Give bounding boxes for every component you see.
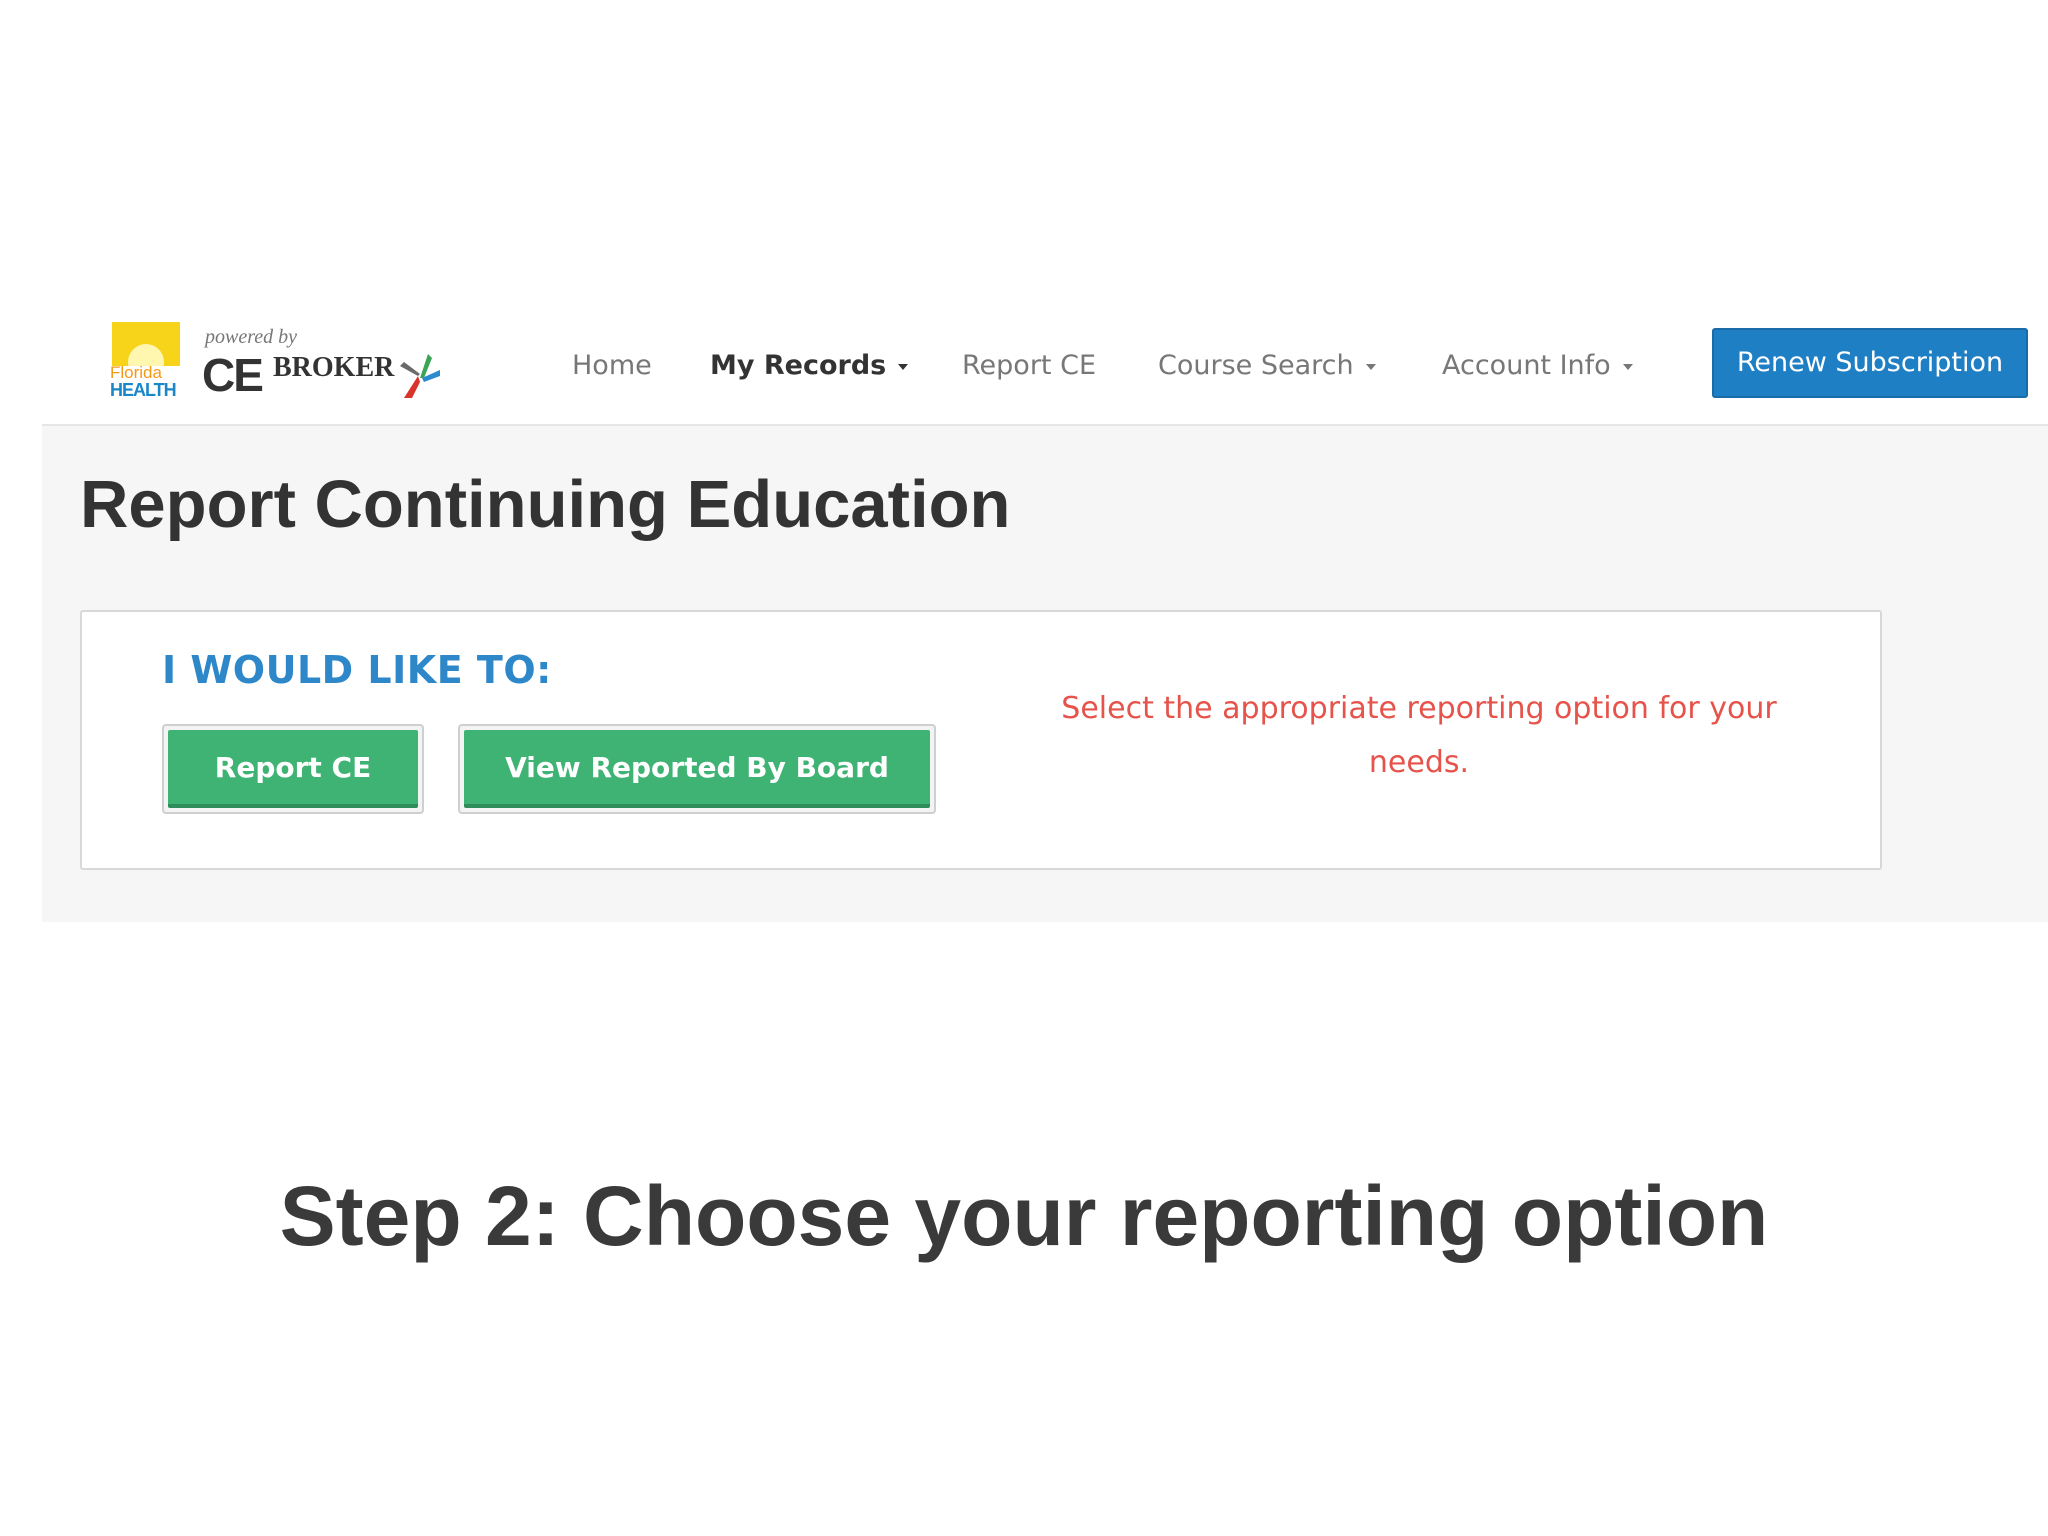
florida-health-logo[interactable]: Florida HEALTH xyxy=(110,322,182,402)
nav-account-info[interactable]: Account Info xyxy=(1442,348,1633,384)
caret-down-icon xyxy=(1365,363,1376,370)
nav-report-ce[interactable]: Report CE xyxy=(962,348,1096,384)
screenshot: Florida HEALTH powered by CE BROKER Home… xyxy=(42,318,2048,922)
cebroker-leaf-icon xyxy=(400,354,440,398)
caret-down-icon xyxy=(898,363,909,370)
page-title: Report Continuing Education xyxy=(80,467,1011,542)
top-navbar: Florida HEALTH powered by CE BROKER Home… xyxy=(42,318,2048,426)
powered-by-text: powered by xyxy=(205,326,298,348)
view-reported-by-board-button[interactable]: View Reported By Board xyxy=(464,730,930,808)
nav-report-ce-label: Report CE xyxy=(962,350,1096,381)
report-ce-button-frame: Report CE xyxy=(162,724,424,814)
caret-down-icon xyxy=(1622,363,1633,370)
report-ce-button[interactable]: Report CE xyxy=(168,730,418,808)
nav-course-search[interactable]: Course Search xyxy=(1158,348,1376,384)
nav-account-info-label: Account Info xyxy=(1442,350,1611,381)
slide: Florida HEALTH powered by CE BROKER Home… xyxy=(0,0,2048,1536)
logo-partner-health: HEALTH xyxy=(110,380,177,400)
brand-ce[interactable]: CE xyxy=(202,348,264,402)
sun-icon xyxy=(112,322,180,366)
nav-home[interactable]: Home xyxy=(572,348,652,384)
nav-my-records-label: My Records xyxy=(710,350,887,381)
nav-course-search-label: Course Search xyxy=(1158,350,1354,381)
step-caption: Step 2: Choose your reporting option xyxy=(279,1169,1769,1263)
nav-home-label: Home xyxy=(572,350,652,381)
reporting-options-panel: I WOULD LIKE TO: Report CE View Reported… xyxy=(80,610,1882,870)
brand-broker[interactable]: BROKER xyxy=(273,352,394,384)
renew-subscription-button[interactable]: Renew Subscription xyxy=(1712,328,2028,398)
hint-text: Select the appropriate reporting option … xyxy=(1061,691,1777,780)
view-reported-by-board-button-frame: View Reported By Board xyxy=(458,724,936,814)
nav-my-records[interactable]: My Records xyxy=(710,348,909,384)
panel-lead-heading: I WOULD LIKE TO: xyxy=(162,648,552,692)
main-content: Report Continuing Education I WOULD LIKE… xyxy=(42,426,2048,922)
